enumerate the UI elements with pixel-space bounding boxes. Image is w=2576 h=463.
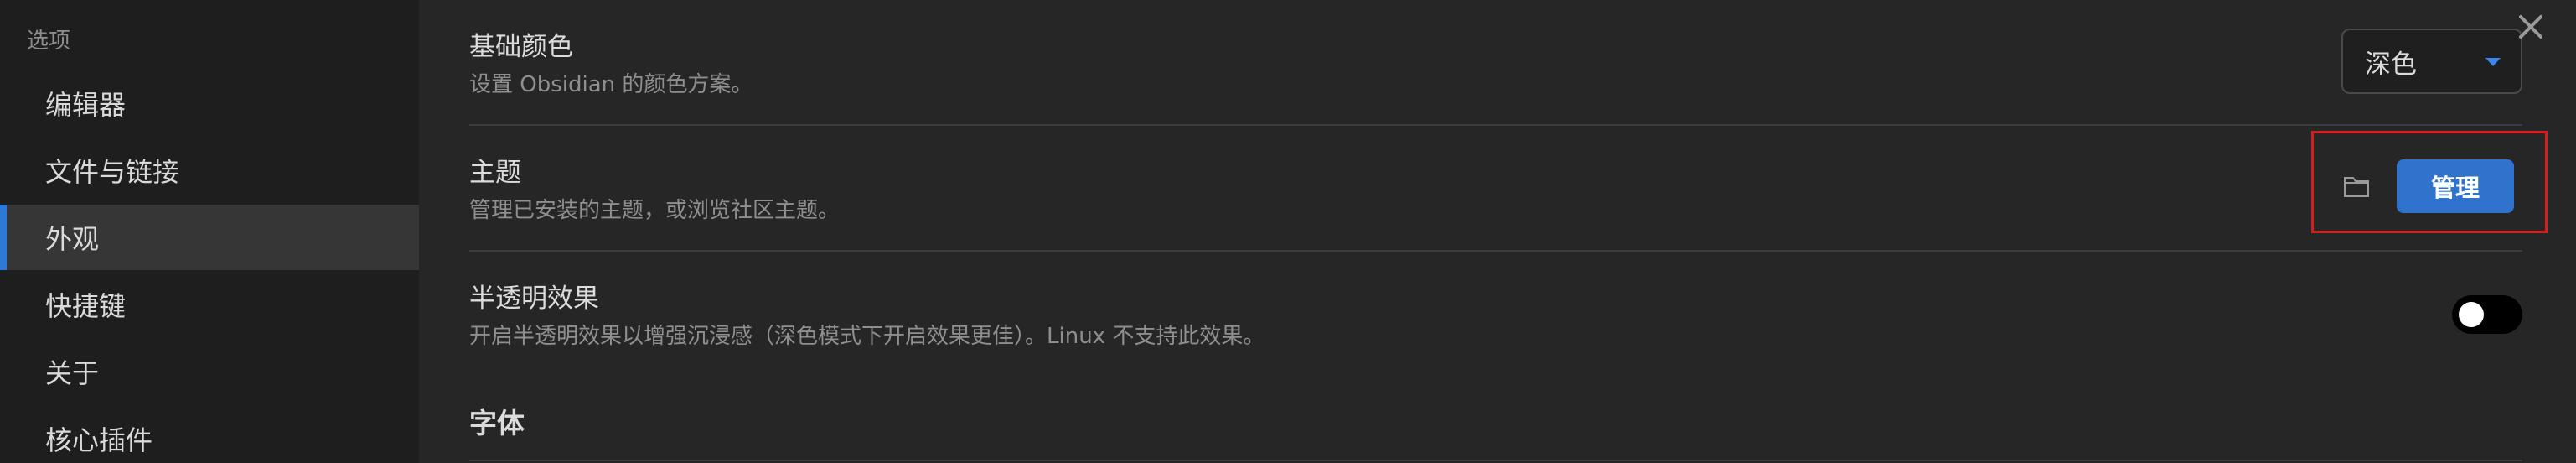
section-divider	[469, 460, 2522, 461]
section-heading-font: 字体	[469, 407, 525, 440]
folder-icon[interactable]	[2343, 174, 2370, 198]
setting-title: 主题	[469, 158, 521, 188]
setting-row-base-color: 基础颜色 设置 Obsidian 的颜色方案。	[469, 0, 2522, 126]
sidebar-item-about[interactable]: 关于	[0, 339, 419, 404]
sidebar-item-label: 文件与链接	[45, 156, 180, 188]
setting-title: 半透明效果	[469, 284, 599, 314]
setting-description: 设置 Obsidian 的颜色方案。	[469, 72, 753, 97]
toggle-knob	[2459, 302, 2484, 327]
chevron-down-icon	[2485, 58, 2501, 66]
sidebar-item-files-links[interactable]: 文件与链接	[0, 138, 419, 203]
manage-themes-button[interactable]: 管理	[2397, 159, 2514, 213]
translucency-toggle[interactable]	[2452, 295, 2522, 334]
settings-sidebar: 选项 编辑器 文件与链接 外观 快捷键 关于 核心插件	[0, 0, 419, 463]
sidebar-item-label: 核心插件	[45, 424, 153, 456]
setting-row-translucency: 半透明效果 开启半透明效果以增强沉浸感（深色模式下开启效果更佳）。Linux 不…	[469, 252, 2522, 377]
sidebar-item-label: 编辑器	[45, 89, 127, 121]
dropdown-selected-value: 深色	[2365, 49, 2417, 80]
sidebar-item-appearance[interactable]: 外观	[0, 205, 419, 270]
sidebar-item-label: 快捷键	[45, 290, 127, 322]
setting-description: 管理已安装的主题，或浏览社区主题。	[469, 198, 841, 223]
setting-description: 开启半透明效果以增强沉浸感（深色模式下开启效果更佳）。Linux 不支持此效果。	[469, 324, 1265, 349]
sidebar-heading: 选项	[27, 29, 71, 54]
sidebar-item-label: 外观	[45, 223, 100, 255]
sidebar-item-hotkeys[interactable]: 快捷键	[0, 272, 419, 337]
close-icon[interactable]	[2514, 10, 2548, 44]
base-color-dropdown[interactable]: 深色	[2341, 29, 2522, 94]
sidebar-item-core-plugins[interactable]: 核心插件	[0, 406, 419, 463]
settings-window: 选项 编辑器 文件与链接 外观 快捷键 关于 核心插件 基础颜色 设置 Obsi…	[0, 0, 2576, 463]
setting-row-theme: 主题 管理已安装的主题，或浏览社区主题。	[469, 126, 2522, 252]
setting-title: 基础颜色	[469, 32, 573, 62]
sidebar-item-editor[interactable]: 编辑器	[0, 70, 419, 136]
sidebar-item-label: 关于	[45, 357, 100, 389]
